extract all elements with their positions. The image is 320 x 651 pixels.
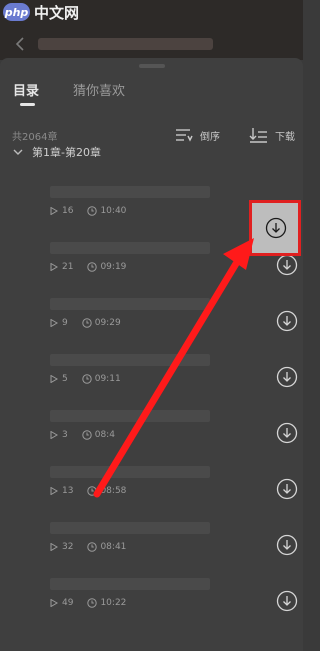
download-icon — [276, 422, 298, 444]
chapter-meta: 16 10:40 — [50, 206, 126, 216]
watermark-logo: php — [3, 3, 30, 21]
chapter-meta: 13 08:58 — [50, 486, 126, 496]
chapter-title-blurred — [50, 354, 210, 366]
duration: 10:40 — [100, 206, 127, 216]
download-icon — [265, 217, 287, 239]
chapter-row[interactable]: 3 08:4 — [0, 410, 303, 466]
chapter-meta: 21 09:19 — [50, 262, 126, 272]
chapter-title-blurred — [50, 522, 210, 534]
duration: 08:58 — [100, 486, 127, 496]
play-count: 16 — [62, 206, 74, 216]
play-count-icon — [50, 599, 58, 607]
top-bar: php 中文网 — [0, 0, 303, 60]
download-icon — [276, 590, 298, 612]
chapter-meta: 5 09:11 — [50, 374, 121, 384]
play-count-icon — [50, 207, 58, 215]
chapter-group-label: 第1章-第20章 — [32, 146, 101, 159]
download-button[interactable] — [276, 366, 298, 388]
clock-icon — [82, 430, 92, 440]
chapter-title-blurred — [50, 298, 210, 310]
clock-icon — [87, 598, 98, 608]
chapter-title-blurred — [50, 578, 210, 590]
download-icon — [276, 254, 298, 276]
play-count-icon — [50, 319, 58, 327]
tab-catalog[interactable]: 目录 — [13, 80, 39, 99]
chapter-meta: 3 08:4 — [50, 430, 115, 440]
chapter-title-blurred — [50, 186, 210, 198]
back-arrow-icon[interactable] — [12, 36, 28, 52]
download-button[interactable] — [276, 534, 298, 556]
sheet-drag-handle[interactable] — [139, 64, 165, 68]
download-button[interactable] — [276, 590, 298, 612]
play-count-icon — [50, 487, 58, 495]
play-count: 9 — [62, 318, 68, 328]
clock-icon — [82, 318, 92, 328]
tab-active-indicator — [20, 103, 35, 106]
chapter-title-blurred — [50, 410, 210, 422]
play-count: 32 — [62, 542, 74, 552]
download-button[interactable] — [276, 310, 298, 332]
chapter-row[interactable]: 32 08:41 — [0, 522, 303, 578]
chevron-down-icon — [13, 149, 23, 155]
download-button[interactable] — [276, 422, 298, 444]
clock-icon — [82, 374, 92, 384]
chapter-count: 共2064章 — [12, 132, 58, 143]
download-list-icon — [249, 128, 267, 143]
clock-icon — [87, 206, 98, 216]
duration: 08:4 — [94, 430, 115, 440]
sort-order-button[interactable]: 倒序 — [174, 126, 220, 144]
download-button[interactable] — [276, 254, 298, 276]
download-button[interactable] — [276, 478, 298, 500]
play-count: 49 — [62, 598, 74, 608]
play-count-icon — [50, 375, 58, 383]
duration: 08:41 — [100, 542, 127, 552]
play-count: 5 — [62, 374, 68, 384]
play-count: 21 — [62, 262, 74, 272]
chapter-row[interactable]: 5 09:11 — [0, 354, 303, 410]
download-icon — [276, 534, 298, 556]
duration: 10:22 — [100, 598, 127, 608]
duration: 09:29 — [94, 318, 121, 328]
play-count-icon — [50, 263, 58, 271]
catalog-toolbar: 共2064章 倒序 下载 — [0, 126, 303, 144]
play-count: 3 — [62, 430, 68, 440]
clock-icon — [87, 262, 98, 272]
duration: 09:11 — [94, 374, 121, 384]
chapter-meta: 32 08:41 — [50, 542, 126, 552]
chapter-row[interactable]: 49 10:22 — [0, 578, 303, 634]
download-icon — [276, 366, 298, 388]
sort-icon — [176, 129, 193, 142]
sort-order-label: 倒序 — [200, 131, 220, 143]
chapter-row[interactable]: 13 08:58 — [0, 466, 303, 522]
chapter-title-blurred — [50, 466, 210, 478]
clock-icon — [87, 486, 98, 496]
clock-icon — [87, 542, 98, 552]
download-icon — [276, 310, 298, 332]
watermark: php 中文网 — [3, 3, 80, 22]
batch-download-button[interactable]: 下载 — [249, 126, 295, 144]
download-icon — [276, 478, 298, 500]
play-count-icon — [50, 431, 58, 439]
chapter-group-header[interactable]: 第1章-第20章 — [12, 144, 101, 160]
chapter-meta: 49 10:22 — [50, 598, 126, 608]
play-count: 13 — [62, 486, 74, 496]
watermark-text: 中文网 — [34, 3, 80, 22]
batch-download-label: 下载 — [275, 131, 295, 143]
duration: 09:19 — [100, 262, 127, 272]
highlighted-download-button[interactable] — [249, 200, 301, 256]
chapter-meta: 9 09:29 — [50, 318, 121, 328]
page-title-blurred — [38, 38, 213, 50]
play-count-icon — [50, 543, 58, 551]
chapter-row[interactable]: 9 09:29 — [0, 298, 303, 354]
tab-recommend[interactable]: 猜你喜欢 — [73, 80, 125, 99]
chapter-title-blurred — [50, 242, 210, 254]
